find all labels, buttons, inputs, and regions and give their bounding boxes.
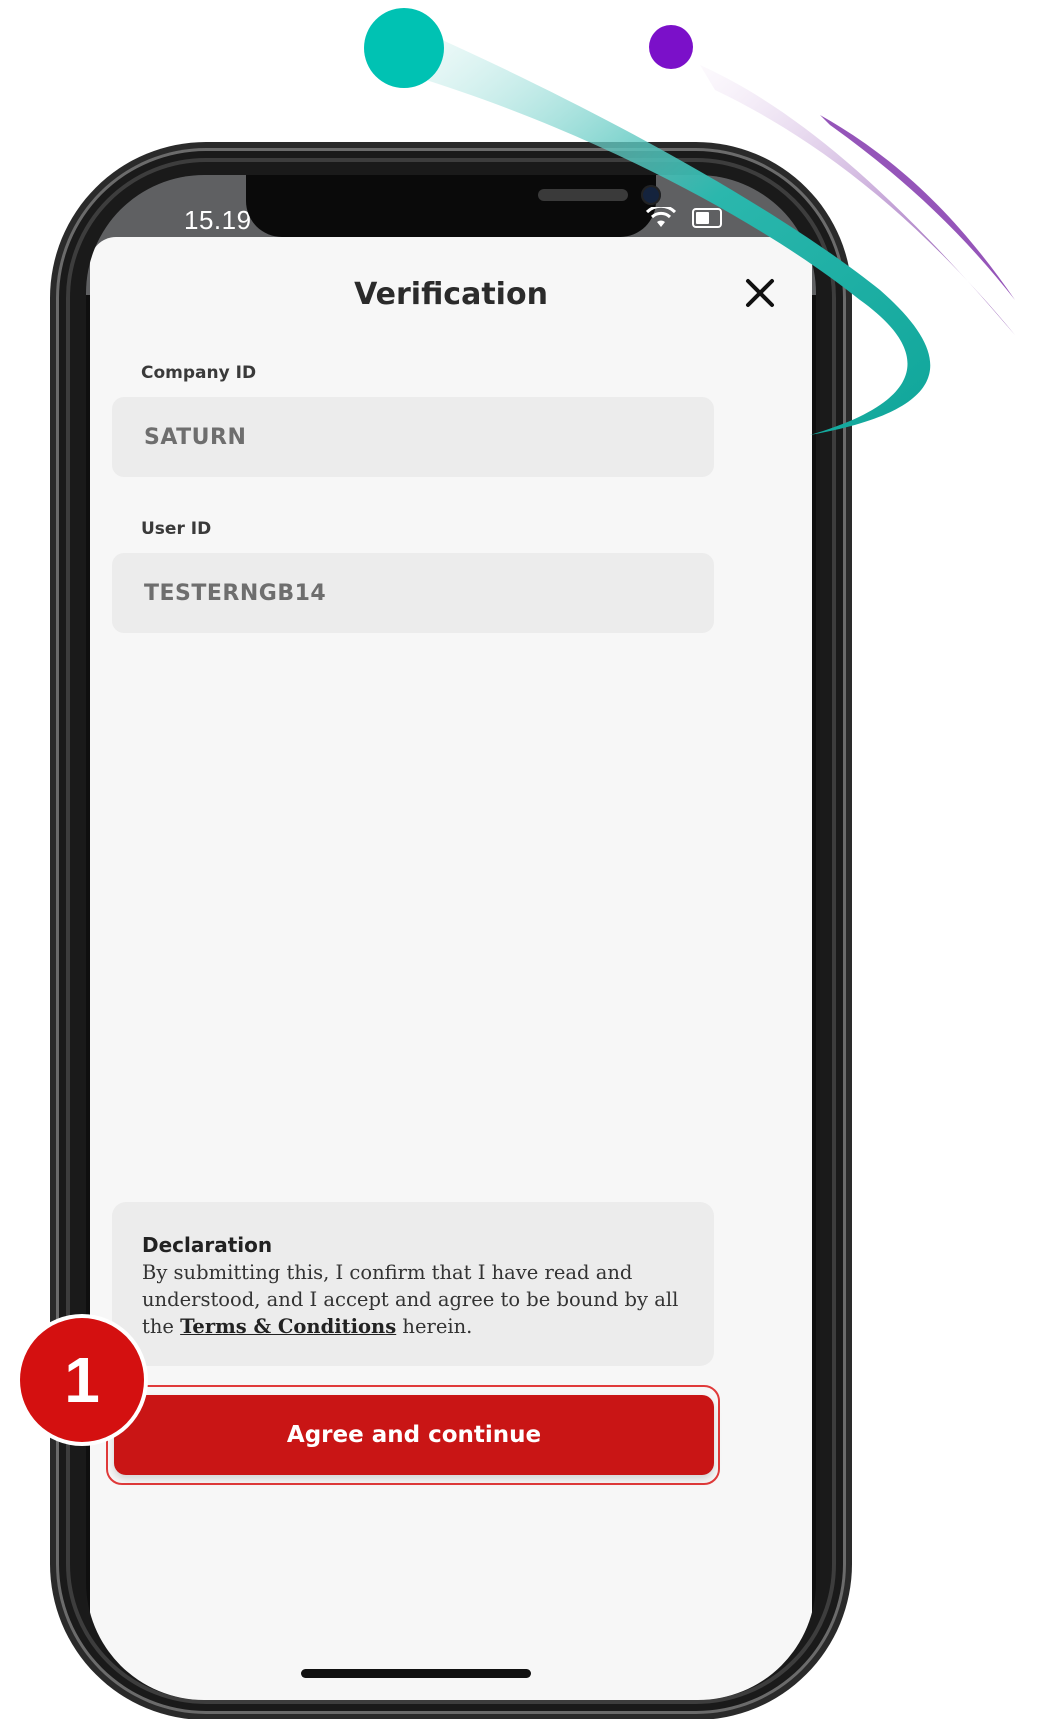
close-icon[interactable]: [738, 271, 782, 315]
user-id-field[interactable]: TESTERNGB14: [112, 553, 714, 633]
phone-screen: 15.19 Verification Company ID SATURN Use…: [86, 175, 816, 1700]
user-id-label: User ID: [141, 519, 212, 539]
purple-dot: [649, 25, 693, 69]
home-indicator: [301, 1669, 531, 1678]
company-id-label: Company ID: [141, 363, 257, 383]
status-icons: [645, 203, 722, 231]
wifi-icon: [645, 204, 677, 227]
purple-swoosh-thin: [820, 115, 1015, 300]
speaker-grille: [538, 189, 628, 201]
company-id-field[interactable]: SATURN: [112, 397, 714, 477]
declaration-text: By submitting this, I confirm that I hav…: [142, 1259, 684, 1340]
terms-link[interactable]: Terms & Conditions: [180, 1315, 396, 1338]
notch: [246, 175, 661, 237]
verification-sheet: Verification Company ID SATURN User ID T…: [90, 237, 812, 1700]
user-id-value: TESTERNGB14: [144, 580, 327, 606]
teal-dot: [364, 8, 444, 88]
sheet-title: Verification: [354, 277, 548, 312]
status-time: 15.19: [184, 205, 252, 235]
step-badge: 1: [20, 1318, 144, 1442]
company-id-value: SATURN: [144, 424, 247, 450]
declaration-title: Declaration: [142, 1233, 273, 1257]
agree-continue-label: Agree and continue: [286, 1422, 542, 1448]
step-number: 1: [64, 1344, 100, 1416]
declaration-text-after: herein.: [396, 1315, 473, 1338]
declaration-box: Declaration By submitting this, I confir…: [112, 1202, 714, 1366]
agree-continue-button[interactable]: Agree and continue: [114, 1395, 714, 1475]
battery-icon: [691, 208, 722, 228]
front-camera: [641, 185, 661, 205]
